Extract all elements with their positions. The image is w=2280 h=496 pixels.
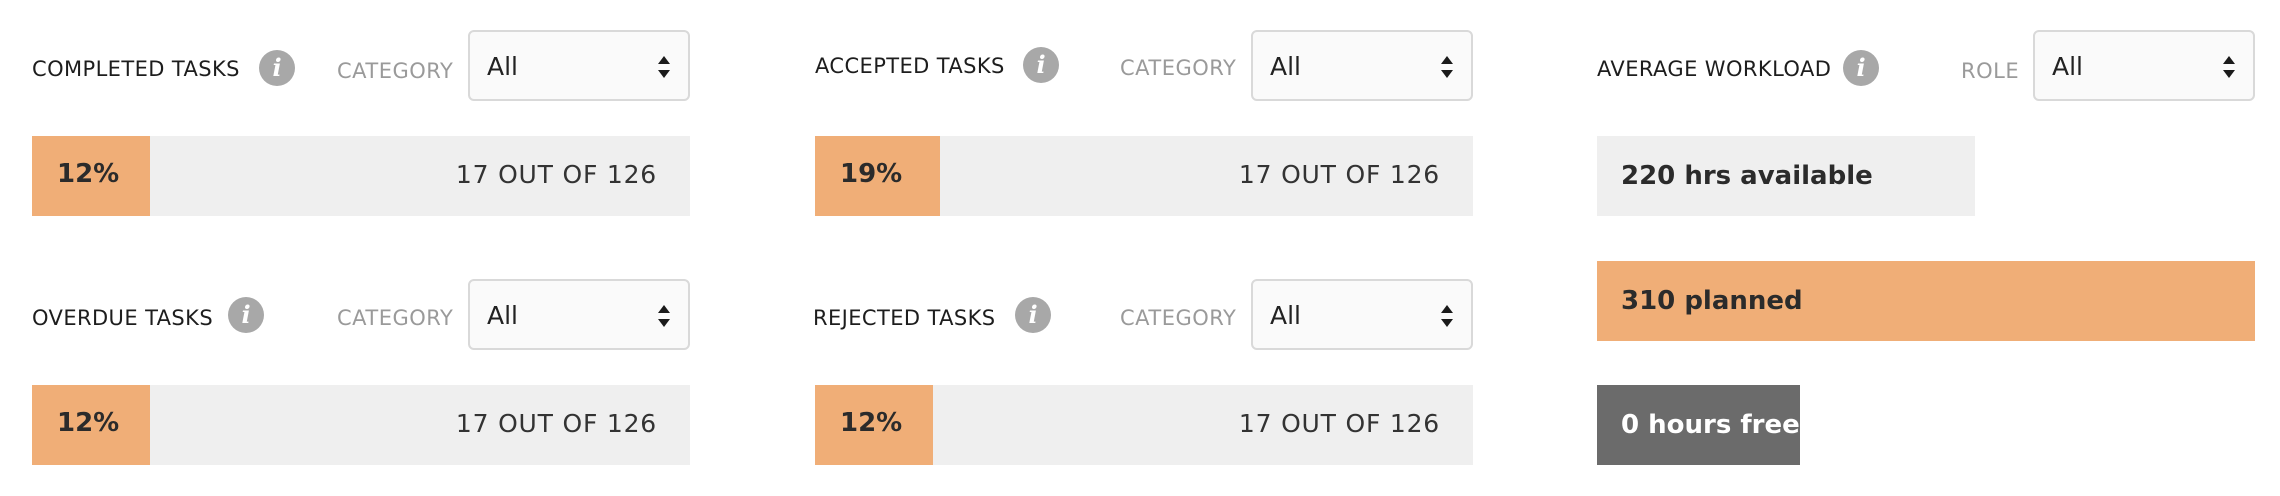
info-icon[interactable]: i — [1015, 297, 1051, 333]
role-select-value: All — [2052, 52, 2083, 81]
percent-label: 12% — [57, 408, 120, 438]
count-label: 17 OUT OF 126 — [455, 409, 657, 438]
role-label: ROLE — [1961, 59, 2020, 83]
overdue-tasks-title: OVERDUE TASKS — [32, 306, 214, 330]
category-label: CATEGORY — [337, 59, 454, 83]
category-select-value: All — [487, 52, 518, 81]
category-select[interactable]: All — [468, 30, 690, 101]
sort-arrows-icon — [658, 305, 670, 327]
percent-label: 12% — [840, 408, 903, 438]
average-workload-title: AVERAGE WORKLOAD — [1597, 57, 1832, 81]
completed-tasks-title: COMPLETED TASKS — [32, 57, 240, 81]
hours-available-bar: 220 hrs available — [1597, 136, 1975, 216]
hours-planned-bar: 310 planned — [1597, 261, 2255, 341]
sort-arrows-icon — [658, 56, 670, 78]
count-label: 17 OUT OF 126 — [1238, 409, 1440, 438]
sort-arrows-icon — [2223, 56, 2235, 78]
category-select[interactable]: All — [1251, 30, 1473, 101]
category-select-value: All — [487, 301, 518, 330]
role-select[interactable]: All — [2033, 30, 2255, 101]
info-icon[interactable]: i — [1023, 47, 1059, 83]
info-icon[interactable]: i — [228, 297, 264, 333]
category-label: CATEGORY — [1120, 306, 1237, 330]
sort-arrows-icon — [1441, 56, 1453, 78]
percent-label: 12% — [57, 159, 120, 189]
category-select[interactable]: All — [1251, 279, 1473, 350]
accepted-progress-bar: 19% 17 OUT OF 126 — [815, 136, 1473, 216]
info-icon[interactable]: i — [1843, 50, 1879, 86]
percent-label: 19% — [840, 159, 903, 189]
count-label: 17 OUT OF 126 — [455, 160, 657, 189]
sort-arrows-icon — [1441, 305, 1453, 327]
count-label: 17 OUT OF 126 — [1238, 160, 1440, 189]
hours-free-bar: 0 hours free — [1597, 385, 1800, 465]
overdue-progress-bar: 12% 17 OUT OF 126 — [32, 385, 690, 465]
category-label: CATEGORY — [1120, 56, 1237, 80]
category-label: CATEGORY — [337, 306, 454, 330]
rejected-tasks-title: REJECTED TASKS — [813, 306, 996, 330]
info-icon[interactable]: i — [259, 50, 295, 86]
accepted-tasks-title: ACCEPTED TASKS — [815, 54, 1005, 78]
rejected-progress-bar: 12% 17 OUT OF 126 — [815, 385, 1473, 465]
category-select-value: All — [1270, 301, 1301, 330]
category-select-value: All — [1270, 52, 1301, 81]
category-select[interactable]: All — [468, 279, 690, 350]
completed-progress-bar: 12% 17 OUT OF 126 — [32, 136, 690, 216]
